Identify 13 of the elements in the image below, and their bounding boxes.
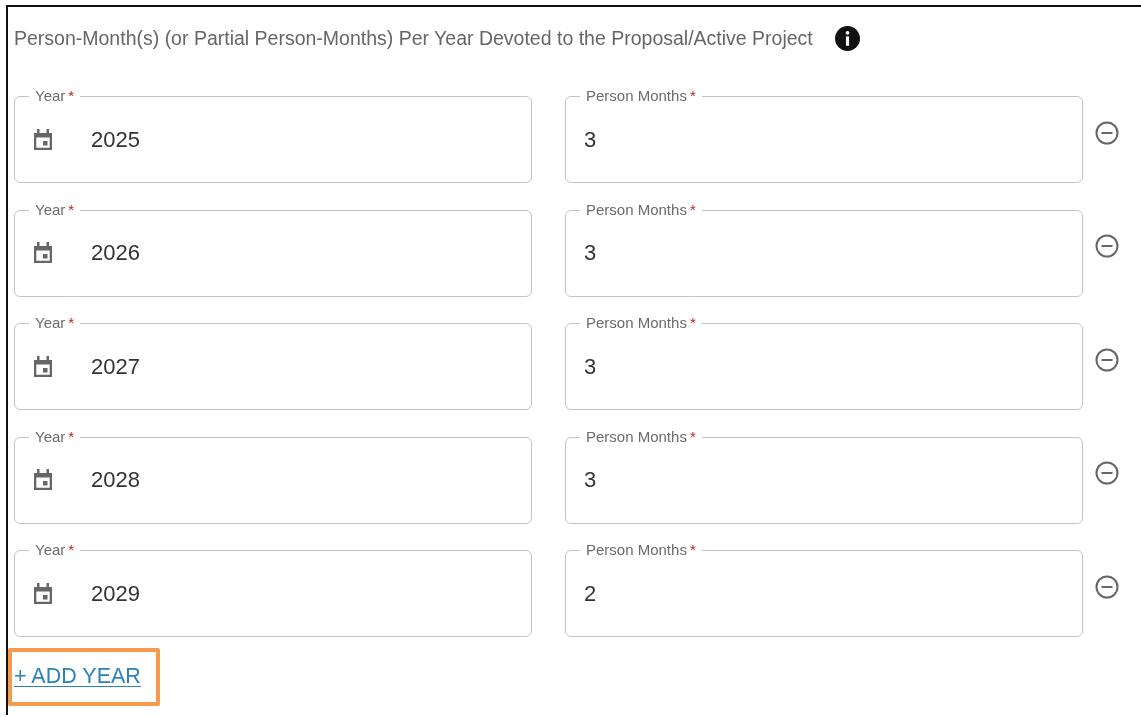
calendar-icon[interactable]: [33, 355, 53, 378]
remove-icon[interactable]: [1095, 234, 1119, 259]
calendar-icon[interactable]: [33, 582, 53, 605]
remove-icon[interactable]: [1095, 574, 1119, 599]
add-year-link[interactable]: + ADD YEAR: [8, 648, 160, 707]
remove-icon[interactable]: [1095, 461, 1119, 486]
calendar-icon[interactable]: [33, 128, 53, 151]
section-title: Person-Month(s) (or Partial Person-Months) Per Year Devoted to the Proposal/Active Project: [14, 26, 813, 50]
remove-icon[interactable]: [1095, 120, 1119, 145]
remove-icon[interactable]: [1095, 347, 1119, 372]
calendar-icon[interactable]: [33, 242, 53, 265]
info-icon[interactable]: [834, 25, 860, 51]
calendar-icon[interactable]: [33, 469, 53, 492]
